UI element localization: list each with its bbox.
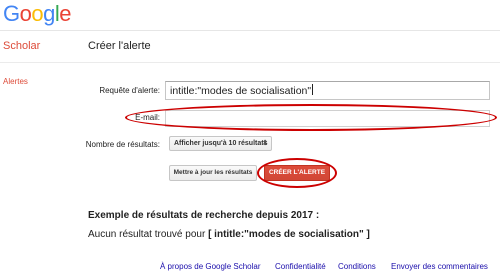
no-result-message: Aucun résultat trouvé pour [ intitle:"mo… [88, 229, 370, 240]
create-alert-button[interactable]: CRÉER L'ALERTE [264, 165, 330, 181]
footer-link-terms[interactable]: Conditions [338, 262, 376, 271]
logo-letter: e [59, 1, 72, 26]
alert-query-input[interactable]: intitle:"modes de socialisation" [165, 81, 490, 100]
scholar-home-link[interactable]: Scholar [3, 40, 40, 52]
update-results-button[interactable]: Mettre à jour les résultats [169, 165, 257, 181]
footer-link-about[interactable]: À propos de Google Scholar [160, 262, 261, 271]
google-logo[interactable]: Google [3, 1, 72, 27]
query-label: Requête d'alerte: [99, 86, 160, 95]
logo-letter: o [31, 1, 44, 26]
updown-arrow-icon: ⬍ [262, 140, 268, 147]
logo-letter: o [19, 1, 32, 26]
email-field[interactable] [165, 110, 490, 127]
results-count-label: Nombre de résultats: [85, 140, 160, 149]
footer-link-feedback[interactable]: Envoyer des commentaires [391, 262, 488, 271]
results-selected-value: Afficher jusqu'à 10 résultats [174, 140, 268, 147]
page-title: Créer l'alerte [88, 40, 151, 52]
results-count-select[interactable]: Afficher jusqu'à 10 résultats ⬍ [169, 136, 272, 151]
logo-letter: g [43, 1, 55, 26]
logo-letter: G [3, 1, 20, 26]
header-divider [0, 30, 500, 31]
email-label: E-mail: [135, 113, 160, 122]
sidebar-item-alertes[interactable]: Alertes [3, 77, 28, 86]
footer-link-privacy[interactable]: Confidentialité [275, 262, 326, 271]
no-result-prefix: Aucun résultat trouvé pour [88, 229, 209, 240]
example-results-title: Exemple de résultats de recherche depuis… [88, 210, 320, 221]
subheader-divider [0, 62, 500, 63]
query-text: intitle:"modes de socialisation" [170, 85, 312, 97]
text-caret [312, 84, 314, 95]
no-result-query: [ intitle:"modes de socialisation" ] [208, 229, 370, 240]
